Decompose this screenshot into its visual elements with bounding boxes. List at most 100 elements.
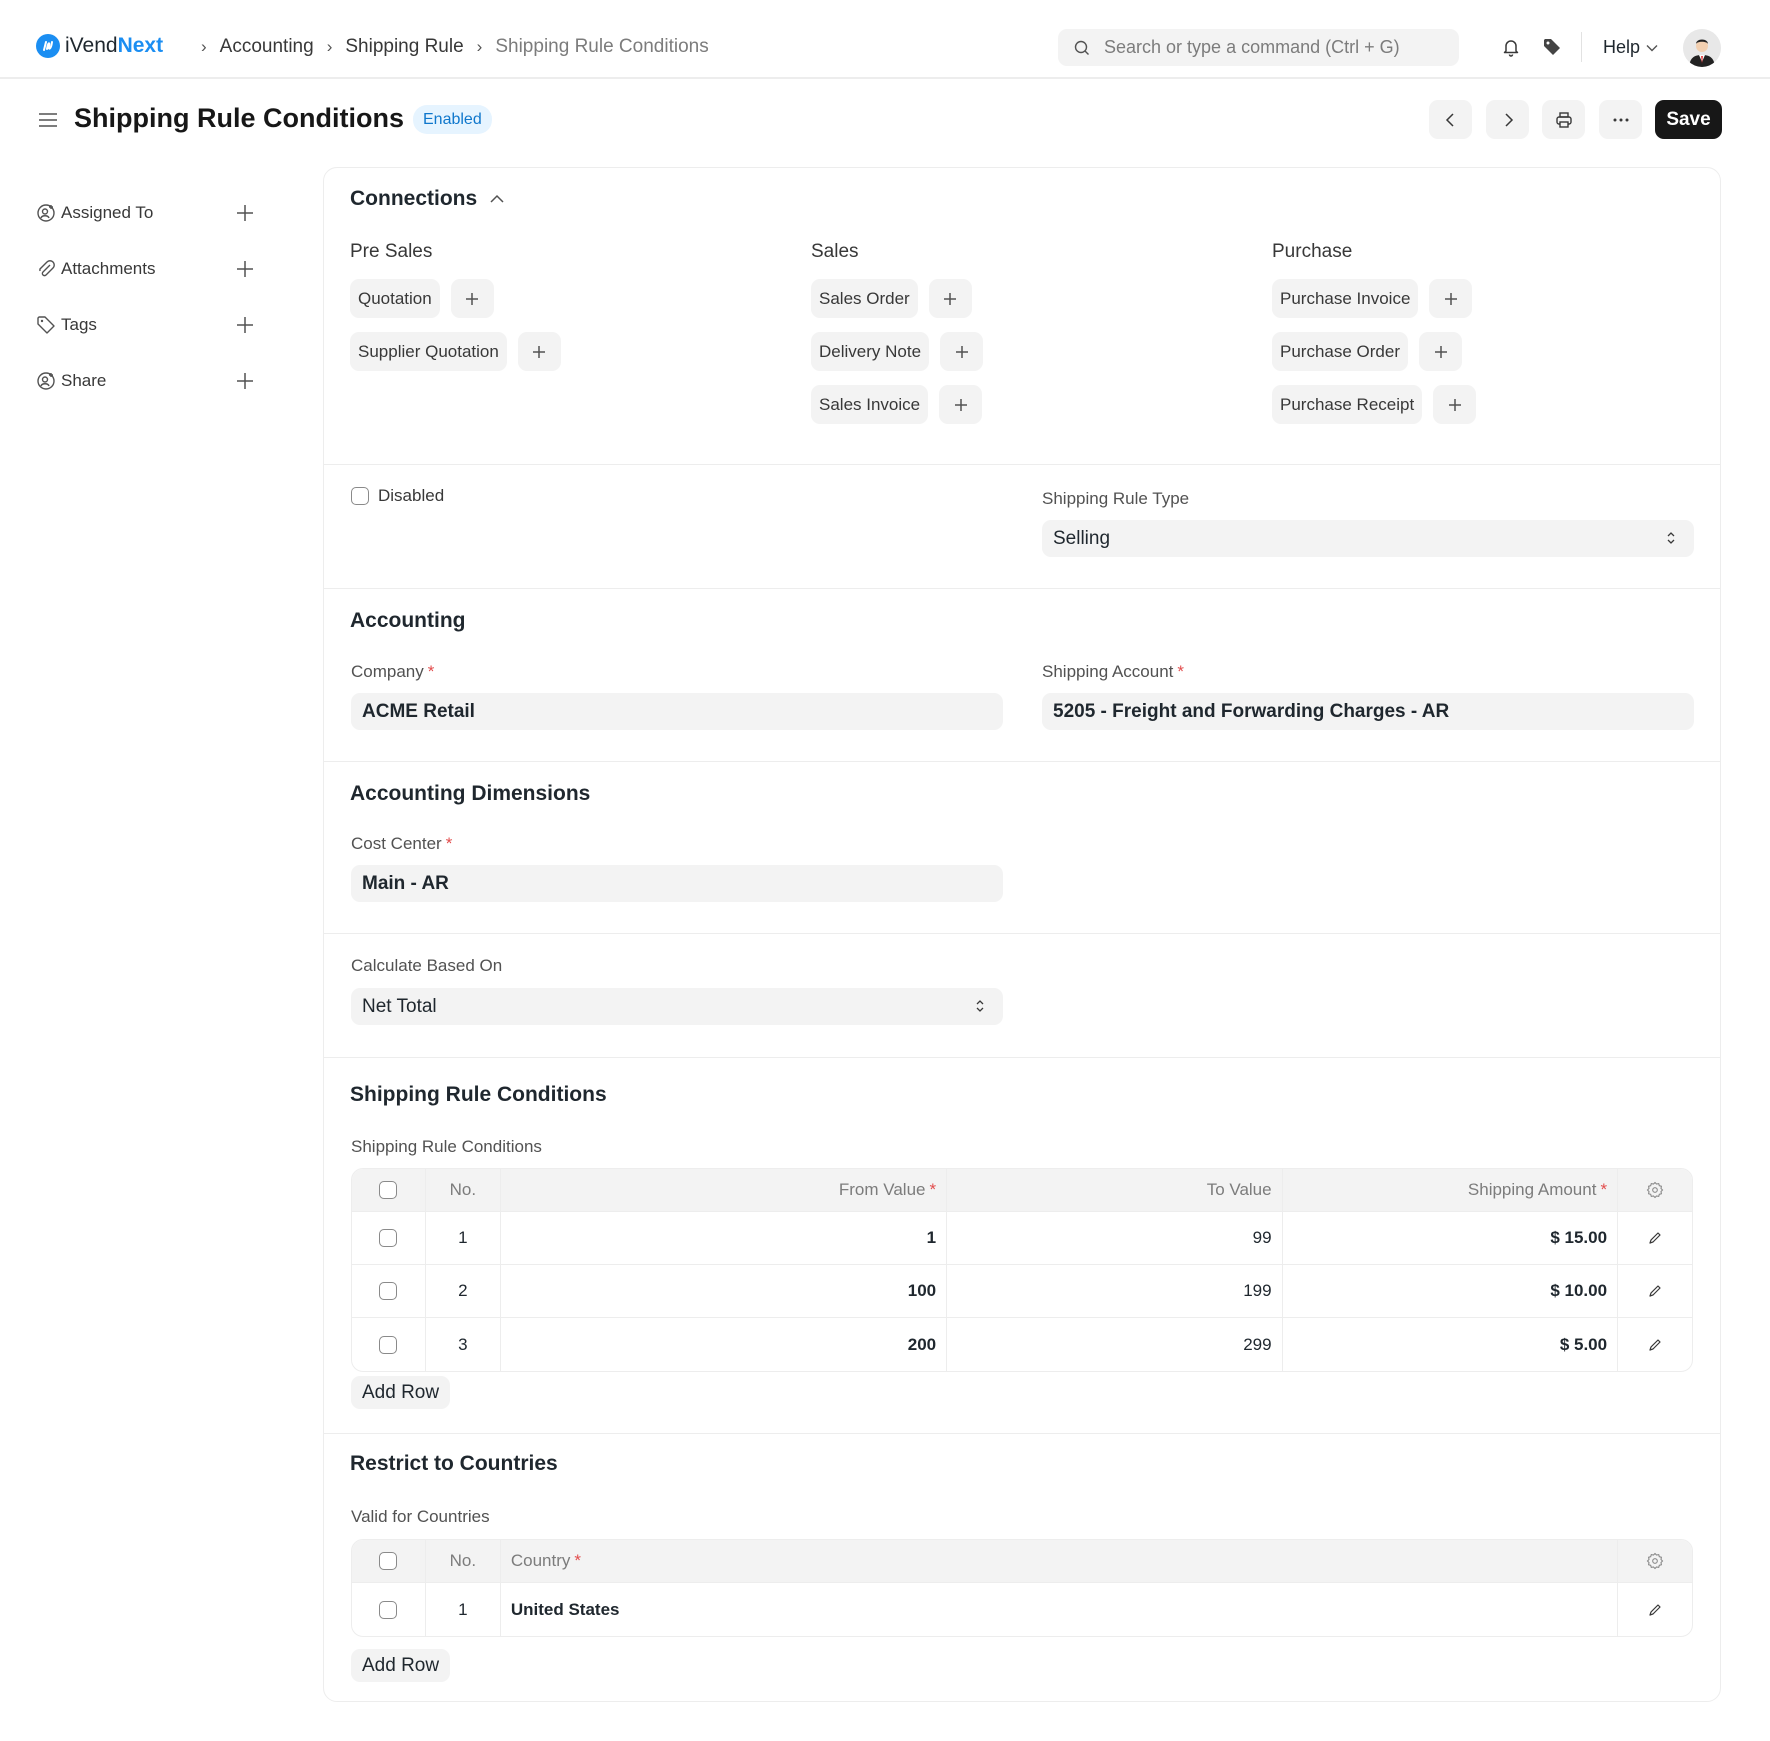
row-select-cell [352,1583,426,1636]
connection-link-sales-order[interactable]: Sales Order [811,279,918,318]
previous-button[interactable] [1429,100,1472,139]
plus-icon[interactable] [236,372,254,390]
add-supplier-quotation-button[interactable] [517,332,561,371]
shipping-amount-cell[interactable]: $ 15.00 [1283,1212,1619,1264]
avatar[interactable] [1683,29,1721,67]
from-value-cell[interactable]: 1 [501,1212,948,1264]
edit-row-cell[interactable] [1618,1583,1692,1636]
connection-link-purchase-order[interactable]: Purchase Order [1272,332,1408,371]
shipping-account-field[interactable]: 5205 - Freight and Forwarding Charges - … [1042,693,1694,730]
disabled-checkbox-field[interactable]: Disabled [351,486,444,506]
from-value-cell[interactable]: 200 [501,1318,948,1371]
add-purchase-order-button[interactable] [1419,332,1462,371]
country-cell[interactable]: United States [501,1583,1619,1636]
edit-row-cell[interactable] [1618,1265,1692,1317]
from-value-cell[interactable]: 100 [501,1265,948,1317]
add-condition-row-button[interactable]: Add Row [351,1376,451,1409]
to-value-cell[interactable]: 299 [947,1318,1283,1371]
connection-link-sales-invoice[interactable]: Sales Invoice [811,385,929,424]
next-button[interactable] [1486,100,1529,139]
row-checkbox[interactable] [379,1282,398,1300]
search-input[interactable]: Search or type a command (Ctrl + G) [1058,29,1459,66]
select-all-checkbox[interactable] [379,1552,398,1570]
breadcrumb-shipping-rule[interactable]: Shipping Rule [345,36,463,58]
table-row[interactable]: 2 100 199 $ 10.00 [352,1265,1692,1318]
search-placeholder: Search or type a command (Ctrl + G) [1104,37,1400,57]
add-delivery-note-button[interactable] [940,332,984,371]
connections-header[interactable]: Connections [350,187,505,211]
table-row[interactable]: 3 200 299 $ 5.00 [352,1318,1692,1371]
chevron-left-icon [1445,112,1454,127]
to-value-cell[interactable]: 99 [947,1212,1283,1264]
more-actions-button[interactable] [1599,100,1642,139]
sidebar-item-attachments[interactable]: Attachments [36,241,258,297]
to-value-cell[interactable]: 199 [947,1265,1283,1317]
disabled-checkbox[interactable] [351,487,369,505]
row-checkbox[interactable] [379,1229,398,1247]
company-field[interactable]: ACME Retail [351,693,1003,730]
row-checkbox[interactable] [379,1600,398,1619]
table-row[interactable]: 1 United States [352,1583,1692,1636]
cost-center-field[interactable]: Main - AR [351,865,1003,902]
add-sales-order-button[interactable] [928,279,972,318]
sidebar-item-share[interactable]: Share [36,353,258,409]
add-quotation-button[interactable] [450,279,494,318]
edit-row-cell[interactable] [1618,1318,1692,1371]
shipping-amount-cell[interactable]: $ 5.00 [1283,1318,1619,1371]
plus-icon[interactable] [236,316,254,334]
menu-icon[interactable] [37,109,59,131]
add-sales-invoice-button[interactable] [939,385,983,424]
edit-row-cell[interactable] [1618,1212,1692,1264]
plus-icon[interactable] [236,260,254,278]
printer-icon [1555,111,1572,128]
pencil-icon[interactable] [1648,1231,1662,1245]
add-purchase-receipt-button[interactable] [1433,385,1477,424]
calculate-based-on-select[interactable]: Net Total [351,988,1003,1025]
shipping-amount-cell[interactable]: $ 10.00 [1283,1265,1619,1317]
help-dropdown[interactable]: Help [1603,37,1658,58]
sidebar-item-assigned-to[interactable]: Assigned To [36,185,258,241]
help-label: Help [1603,37,1641,57]
accounting-dimensions-title: Accounting Dimensions [350,782,591,805]
connection-item: Delivery Note [811,332,984,371]
table-row[interactable]: 1 1 99 $ 15.00 [352,1212,1692,1265]
row-select-cell [352,1265,426,1317]
save-button[interactable]: Save [1655,100,1722,139]
bell-icon[interactable] [1500,36,1522,58]
tag-icon[interactable] [1541,36,1563,58]
logo-icon [36,34,60,58]
connection-link-quotation[interactable]: Quotation [350,279,440,318]
breadcrumb-accounting[interactable]: Accounting [220,36,314,58]
column-header-country: Country * [501,1540,1619,1582]
select-all-checkbox[interactable] [379,1181,398,1199]
connection-link-purchase-receipt[interactable]: Purchase Receipt [1272,385,1423,424]
pencil-icon[interactable] [1648,1603,1662,1617]
breadcrumb-current[interactable]: Shipping Rule Conditions [495,36,708,58]
plus-icon [533,345,546,358]
gear-icon[interactable] [1646,1181,1664,1199]
shipping-rule-type-select[interactable]: Selling [1042,520,1694,557]
add-country-row-button[interactable]: Add Row [351,1649,451,1682]
plus-icon [1448,398,1461,411]
plus-icon[interactable] [236,204,254,222]
print-button[interactable] [1542,100,1585,139]
connection-link-delivery-note[interactable]: Delivery Note [811,332,930,371]
chevron-right-icon: › [201,37,207,56]
gear-icon[interactable] [1646,1552,1664,1570]
disabled-label: Disabled [378,486,445,505]
add-purchase-invoice-button[interactable] [1429,279,1473,318]
sidebar-item-label: Share [61,371,107,390]
tag-icon [37,316,55,334]
app-logo[interactable]: iVendNext [36,34,163,58]
form-card: Connections Pre Sales Quotation Supplier… [323,167,1721,1702]
pencil-icon[interactable] [1648,1338,1662,1352]
column-settings-cell[interactable] [1618,1540,1692,1582]
sidebar-item-tags[interactable]: Tags [36,297,258,353]
pencil-icon[interactable] [1648,1284,1662,1298]
connection-link-supplier-quotation[interactable]: Supplier Quotation [350,332,507,371]
column-settings-cell[interactable] [1618,1169,1692,1211]
connection-link-purchase-invoice[interactable]: Purchase Invoice [1272,279,1419,318]
accounting-title: Accounting [350,609,466,632]
row-checkbox[interactable] [379,1335,398,1354]
plus-icon [1434,345,1447,358]
